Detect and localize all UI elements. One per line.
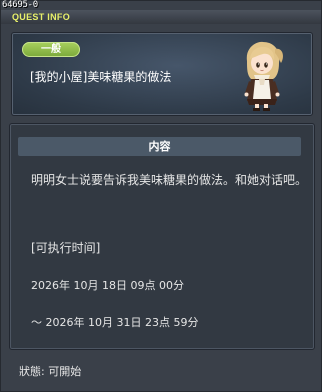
quest-category-badge: 一般 (22, 42, 80, 57)
quest-id-tag: 64695-0 (2, 0, 38, 10)
quest-status: 狀態: 可開始 (19, 365, 82, 378)
quest-title: [我的小屋]美味糖果的做法 (30, 70, 172, 84)
available-time-start: 2026年 10月 18日 09点 00分 (31, 279, 184, 292)
quest-description: 明明女士说要告诉我美味糖果的做法。和她对话吧。 (31, 173, 308, 187)
title-bar[interactable]: QUEST INFO (1, 10, 321, 24)
available-time-label: [可执行时间] (31, 241, 101, 255)
available-time-end: ～ 2026年 10月 31日 23点 59分 (31, 316, 199, 329)
npc-girl-portrait-icon (244, 41, 283, 111)
content-section-header: 内容 (18, 137, 301, 156)
window-title: QUEST INFO (12, 12, 71, 22)
quest-info-window: 64695-0 QUEST INFO 一般 [我的小屋]美味糖果的做法 内容 明… (0, 0, 322, 392)
